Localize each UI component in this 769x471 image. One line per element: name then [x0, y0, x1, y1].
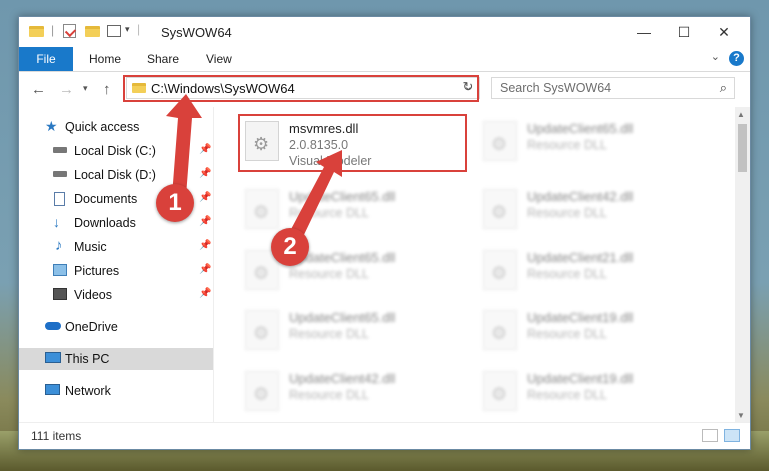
arrow-1 [166, 94, 202, 196]
annotation-arrows [166, 94, 342, 243]
step-1-badge: 1 [156, 184, 194, 222]
step-2-badge: 2 [271, 228, 309, 266]
